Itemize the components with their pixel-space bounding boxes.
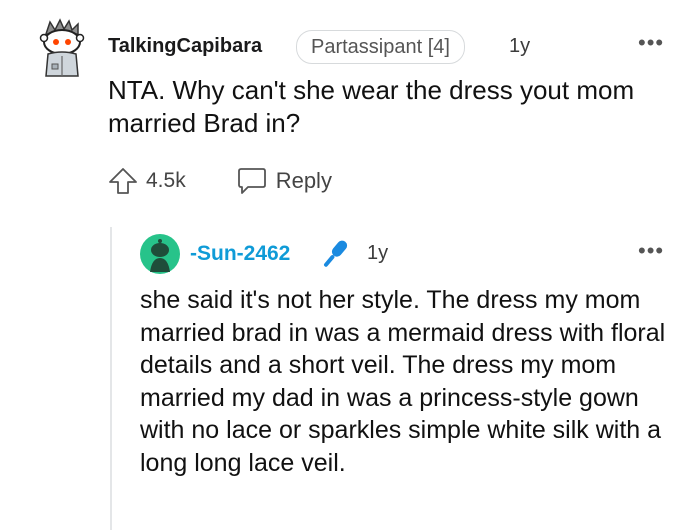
username[interactable]: TalkingCapibara [108, 35, 262, 58]
reply-avatar-icon[interactable] [140, 234, 180, 274]
reply-username[interactable]: -Sun-2462 [190, 242, 290, 266]
reply-body: she said it's not her style. The dress m… [140, 286, 666, 477]
more-options-icon[interactable]: ••• [638, 30, 664, 56]
microphone-icon [324, 240, 348, 267]
comment-actions: 4.5k Reply [108, 165, 332, 197]
timestamp[interactable]: 1y [509, 35, 530, 58]
reply-label: Reply [275, 168, 332, 193]
reply-button[interactable]: Reply [236, 166, 332, 196]
upvote-icon[interactable] [108, 166, 138, 196]
reply-more-options-icon[interactable]: ••• [638, 238, 664, 264]
user-flair: Partassipant [4] [296, 30, 465, 64]
thread-line[interactable] [110, 227, 112, 530]
reply-timestamp[interactable]: 1y [367, 242, 388, 265]
user-avatar-icon[interactable] [36, 18, 88, 80]
comment-bubble-icon [237, 168, 266, 194]
vote-score: 4.5k [146, 169, 186, 192]
comment-body: NTA. Why can't she wear the dress yout m… [108, 75, 635, 138]
